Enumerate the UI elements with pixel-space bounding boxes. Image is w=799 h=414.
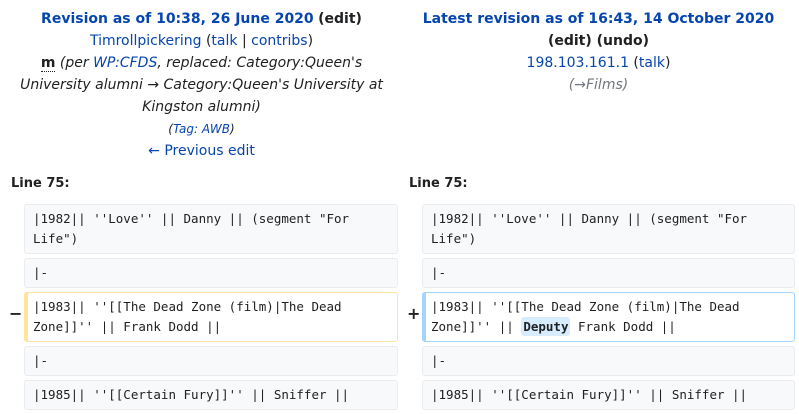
new-revision-header: Latest revision as of 16:43, 14 October … xyxy=(404,8,793,96)
undo-link[interactable]: undo xyxy=(603,33,643,49)
deleted-line: |1983|| ''[[The Dead Zone (film)|The Dea… xyxy=(24,292,398,342)
old-edit-link[interactable]: edit xyxy=(325,11,356,27)
context-line-left: |- xyxy=(24,346,398,376)
added-line: |1983|| ''[[The Dead Zone (film)|The Dea… xyxy=(422,292,795,342)
old-revision-header: Revision as of 10:38, 26 June 2020 (edit… xyxy=(7,8,396,162)
line-number-right: Line 75: xyxy=(409,176,468,191)
old-user-link[interactable]: Timrollpickering xyxy=(90,33,202,49)
new-edit-summary: (→Films) xyxy=(568,77,629,93)
awb-tag-link[interactable]: AWB xyxy=(202,122,230,136)
old-talk-link[interactable]: talk xyxy=(211,33,237,49)
new-talk-link[interactable]: talk xyxy=(639,55,665,71)
line-number-left: Line 75: xyxy=(11,176,70,191)
context-line-left: |- xyxy=(24,258,398,288)
context-line-right: |- xyxy=(422,258,795,288)
context-line-right: |1982|| ''Love'' || Danny || (segment "F… xyxy=(422,204,795,254)
minor-edit-badge: m xyxy=(40,55,56,72)
new-revision-link[interactable]: Latest revision as of 16:43, 14 October … xyxy=(423,11,775,27)
removed-marker: − xyxy=(9,304,23,323)
context-line-right: |1985|| ''[[Certain Fury]]'' || Sniffer … xyxy=(422,380,795,410)
tag-line: (Tag: AWB) xyxy=(168,122,235,136)
new-edit-link[interactable]: edit xyxy=(554,33,585,49)
context-line-right: |- xyxy=(422,346,795,376)
section-arrow-link[interactable]: → xyxy=(574,77,586,93)
new-user-link[interactable]: 198.103.161.1 xyxy=(527,55,629,71)
context-line-left: |1982|| ''Love'' || Danny || (segment "F… xyxy=(24,204,398,254)
old-edit-summary: m (per WP:CFDS, replaced: Category:Queen… xyxy=(20,55,383,115)
added-marker: + xyxy=(407,304,421,323)
cfds-link[interactable]: WP:CFDS xyxy=(93,55,157,71)
inserted-text: Deputy xyxy=(521,317,571,336)
old-contribs-link[interactable]: contribs xyxy=(251,33,307,49)
context-line-left: |1985|| ''[[Certain Fury]]'' || Sniffer … xyxy=(24,380,398,410)
previous-edit-link[interactable]: ← Previous edit xyxy=(148,143,255,159)
old-revision-link[interactable]: Revision as of 10:38, 26 June 2020 xyxy=(41,11,314,27)
